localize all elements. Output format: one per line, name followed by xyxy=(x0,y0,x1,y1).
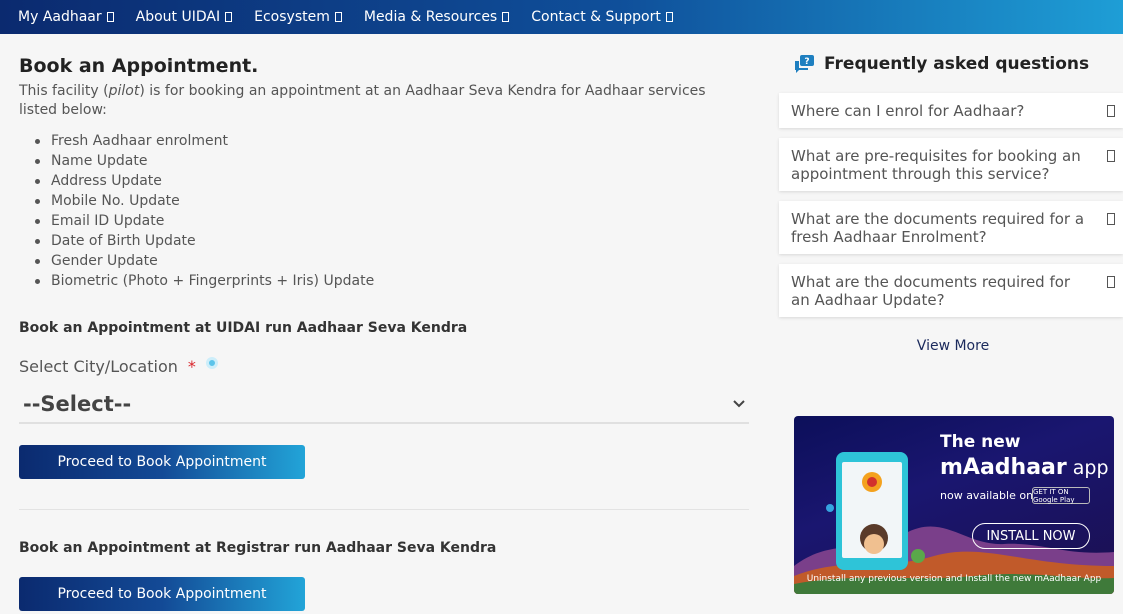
chevron-down-icon xyxy=(733,397,745,412)
nav-label: Media & Resources xyxy=(363,9,498,25)
list-item: Fresh Aadhaar enrolment xyxy=(35,131,749,151)
banner-available: now available on xyxy=(940,489,1034,502)
faq-panel: ? Frequently asked questions Where can I… xyxy=(779,34,1123,354)
list-item: Address Update xyxy=(35,171,749,191)
faq-item[interactable]: What are pre-requisites for booking an a… xyxy=(779,138,1123,191)
banner-note: Uninstall any previous version and Insta… xyxy=(806,574,1102,584)
intro-italic: pilot xyxy=(108,83,140,99)
bullet-icon xyxy=(35,158,40,164)
service-label: Address Update xyxy=(51,173,162,189)
bullet-icon xyxy=(35,278,40,284)
faq-chat-icon: ? xyxy=(793,54,815,74)
faq-question: What are the documents required for a fr… xyxy=(791,210,1085,246)
banner-line1: The new xyxy=(940,432,1021,452)
banner-app-bold: mAadhaar xyxy=(940,455,1067,480)
nav-label: About UIDAI xyxy=(135,9,221,25)
services-list: Fresh Aadhaar enrolment Name Update Addr… xyxy=(19,131,749,291)
bullet-icon xyxy=(35,198,40,204)
dropdown-icon xyxy=(665,12,673,22)
bullet-icon xyxy=(35,178,40,184)
select-value: --Select-- xyxy=(23,392,132,416)
intro-before: This facility ( xyxy=(19,83,109,99)
service-label: Date of Birth Update xyxy=(51,233,196,249)
dropdown-icon xyxy=(225,12,233,22)
expand-icon xyxy=(1107,276,1115,288)
service-label: Fresh Aadhaar enrolment xyxy=(51,133,228,149)
faq-item[interactable]: Where can I enrol for Aadhaar? xyxy=(779,93,1123,128)
bullet-icon xyxy=(35,138,40,144)
proceed-uidai-button[interactable]: Proceed to Book Appointment xyxy=(19,445,305,479)
city-label: Select City/Location * xyxy=(19,356,218,376)
faq-question: What are the documents required for an A… xyxy=(791,273,1071,309)
service-label: Email ID Update xyxy=(51,213,165,229)
faq-item[interactable]: What are the documents required for an A… xyxy=(779,264,1123,317)
bullet-icon xyxy=(35,238,40,244)
section-uidai-title: Book an Appointment at UIDAI run Aadhaar… xyxy=(19,320,468,336)
proceed-registrar-button[interactable]: Proceed to Book Appointment xyxy=(19,577,305,611)
install-now-button[interactable]: INSTALL NOW xyxy=(972,523,1090,549)
intro-text: This facility (pilot) is for booking an … xyxy=(19,82,739,120)
dropdown-icon xyxy=(334,12,342,22)
info-icon[interactable] xyxy=(205,356,218,369)
faq-item[interactable]: What are the documents required for a fr… xyxy=(779,201,1123,254)
bullet-icon xyxy=(35,258,40,264)
faq-question: Where can I enrol for Aadhaar? xyxy=(791,102,1025,120)
list-item: Name Update xyxy=(35,151,749,171)
page-title: Book an Appointment. xyxy=(19,55,259,77)
city-select[interactable]: --Select-- xyxy=(19,386,749,424)
maadhaar-banner[interactable]: The new mAadhaar app now available on GE… xyxy=(794,416,1114,594)
view-more-link[interactable]: View More xyxy=(779,338,1123,354)
service-label: Mobile No. Update xyxy=(51,193,180,209)
nav-my-aadhaar[interactable]: My Aadhaar xyxy=(18,9,114,25)
main-content: Book an Appointment. This facility (pilo… xyxy=(19,34,749,611)
nav-ecosystem[interactable]: Ecosystem xyxy=(254,9,342,25)
google-play-badge[interactable]: GET IT ON Google Play xyxy=(1032,487,1090,504)
list-item: Email ID Update xyxy=(35,211,749,231)
banner-app-name: mAadhaar app xyxy=(940,455,1109,480)
list-item: Gender Update xyxy=(35,251,749,271)
dropdown-icon xyxy=(106,12,114,22)
nav-about-uidai[interactable]: About UIDAI xyxy=(135,9,233,25)
nav-label: Contact & Support xyxy=(531,9,661,25)
list-item: Biometric (Photo + Fingerprints + Iris) … xyxy=(35,271,749,291)
nav-media-resources[interactable]: Media & Resources xyxy=(363,9,510,25)
faq-title: Frequently asked questions xyxy=(824,54,1090,74)
service-label: Biometric (Photo + Fingerprints + Iris) … xyxy=(51,273,375,289)
expand-icon xyxy=(1107,105,1115,117)
service-label: Gender Update xyxy=(51,253,158,269)
service-label: Name Update xyxy=(51,153,148,169)
nav-label: My Aadhaar xyxy=(18,9,102,25)
faq-header: ? Frequently asked questions xyxy=(779,54,1123,74)
list-item: Mobile No. Update xyxy=(35,191,749,211)
banner-app-rest: app xyxy=(1066,457,1109,479)
expand-icon xyxy=(1107,213,1115,225)
faq-question: What are pre-requisites for booking an a… xyxy=(791,147,1081,183)
list-item: Date of Birth Update xyxy=(35,231,749,251)
nav-contact-support[interactable]: Contact & Support xyxy=(531,9,673,25)
svg-text:?: ? xyxy=(804,57,809,67)
city-label-text: Select City/Location xyxy=(19,357,178,376)
top-nav: My Aadhaar About UIDAI Ecosystem Media &… xyxy=(0,0,1123,34)
bullet-icon xyxy=(35,218,40,224)
expand-icon xyxy=(1107,150,1115,162)
dropdown-icon xyxy=(502,12,510,22)
divider xyxy=(19,509,749,510)
section-registrar-title: Book an Appointment at Registrar run Aad… xyxy=(19,540,497,556)
required-mark: * xyxy=(187,357,196,376)
nav-label: Ecosystem xyxy=(254,9,330,25)
